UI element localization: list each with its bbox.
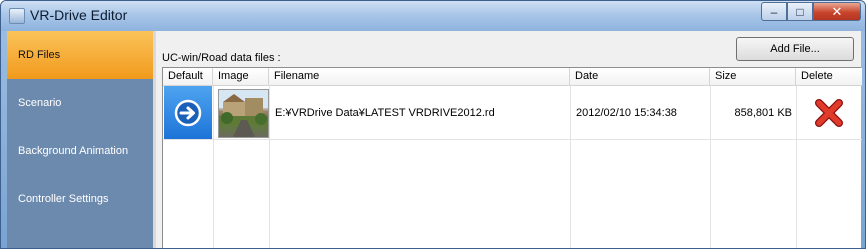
sidebar-item-label: Controller Settings bbox=[18, 193, 109, 205]
delete-cell[interactable] bbox=[796, 86, 862, 139]
rd-files-table: Default Image Filename Date Size Delete bbox=[162, 67, 862, 248]
column-divider bbox=[570, 86, 571, 248]
sidebar-item-scenario[interactable]: Scenario bbox=[7, 79, 153, 127]
section-label: UC-win/Road data files : bbox=[162, 52, 281, 64]
size-cell: 858,801 KB bbox=[734, 106, 793, 119]
column-divider bbox=[213, 86, 214, 248]
scene-thumbnail bbox=[218, 89, 269, 138]
vr-drive-editor-window: VR-Drive Editor – □ ✕ RD Files Scenario … bbox=[0, 0, 866, 249]
column-header-filename[interactable]: Filename bbox=[269, 68, 570, 86]
sidebar-item-label: Background Animation bbox=[18, 145, 129, 157]
maximize-button[interactable]: □ bbox=[787, 2, 813, 21]
app-icon bbox=[9, 8, 25, 24]
minimize-button[interactable]: – bbox=[761, 2, 787, 21]
sidebar: RD Files Scenario Background Animation C… bbox=[7, 31, 153, 248]
window-title: VR-Drive Editor bbox=[30, 7, 128, 23]
column-header-size[interactable]: Size bbox=[710, 68, 796, 86]
column-header-image[interactable]: Image bbox=[213, 68, 269, 86]
column-header-default[interactable]: Default bbox=[163, 68, 213, 86]
sidebar-item-controller-settings[interactable]: Controller Settings bbox=[7, 175, 153, 223]
column-header-delete[interactable]: Delete bbox=[796, 68, 862, 86]
scene-thumbnail-image bbox=[219, 90, 268, 137]
sidebar-item-label: Scenario bbox=[18, 97, 62, 109]
filename-cell: E:¥VRDrive Data¥LATEST VRDRIVE2012.rd bbox=[275, 106, 495, 119]
rd-files-panel: UC-win/Road data files : Add File... Def… bbox=[156, 31, 862, 248]
client-area: RD Files Scenario Background Animation C… bbox=[7, 31, 862, 248]
default-select-cell[interactable] bbox=[164, 86, 212, 139]
date-cell: 2012/02/10 15:34:38 bbox=[576, 106, 677, 119]
delete-x-icon bbox=[815, 98, 843, 127]
arrow-right-circle-icon bbox=[174, 99, 202, 126]
title-bar[interactable]: VR-Drive Editor – □ ✕ bbox=[1, 1, 865, 31]
column-header-date[interactable]: Date bbox=[570, 68, 710, 86]
column-divider bbox=[269, 86, 270, 248]
sidebar-item-background-animation[interactable]: Background Animation bbox=[7, 127, 153, 175]
add-file-button[interactable]: Add File... bbox=[736, 37, 854, 61]
sidebar-item-rd-files[interactable]: RD Files bbox=[7, 31, 153, 79]
close-button[interactable]: ✕ bbox=[813, 2, 861, 21]
sidebar-item-label: RD Files bbox=[18, 49, 61, 61]
row-divider bbox=[163, 139, 862, 140]
